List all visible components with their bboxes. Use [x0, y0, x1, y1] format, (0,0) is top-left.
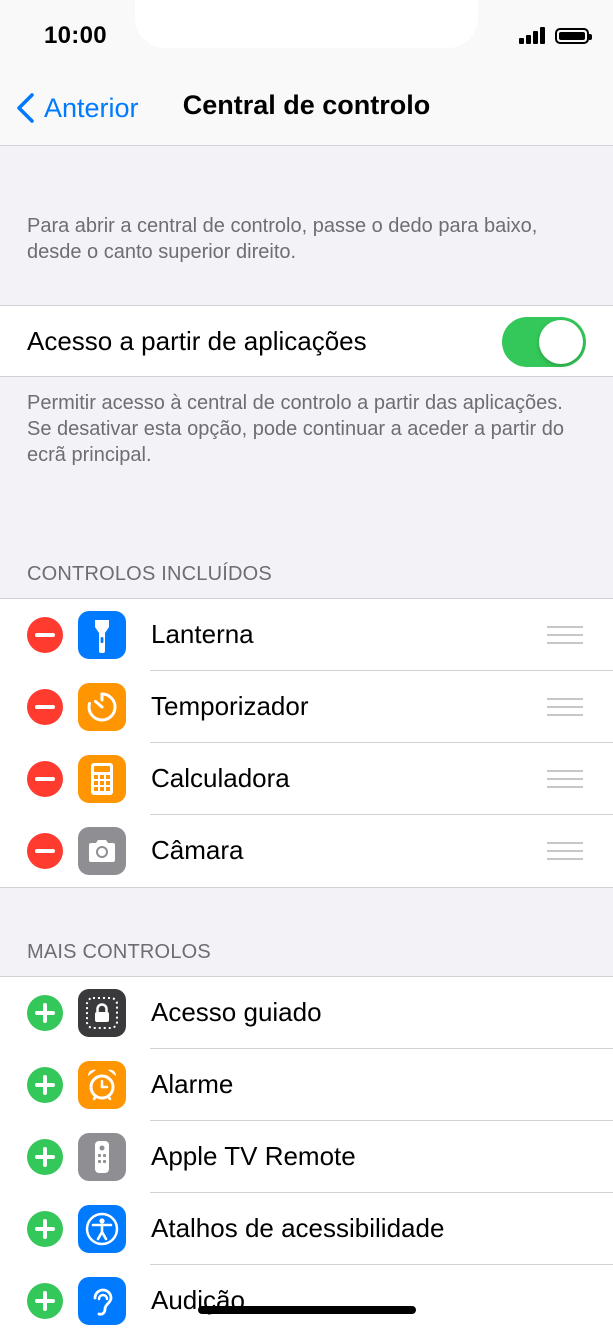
list-item-label: Calculadora	[151, 763, 290, 793]
app-access-group: Acesso a partir de aplicações	[0, 305, 613, 377]
home-indicator[interactable]	[198, 1306, 416, 1314]
add-button[interactable]	[27, 995, 63, 1031]
list-item-label: Câmara	[151, 835, 244, 865]
hearing-icon	[78, 1277, 126, 1325]
flashlight-icon	[78, 611, 126, 659]
included-controls-list: Lanterna Temporizador Calculadora Câmara	[0, 598, 613, 888]
cellular-signal-icon	[519, 26, 545, 44]
included-controls-header: CONTROLOS INCLUÍDOS	[27, 563, 272, 585]
list-item: Temporizador	[0, 671, 613, 743]
remove-button[interactable]	[27, 833, 63, 869]
add-button[interactable]	[27, 1211, 63, 1247]
add-button[interactable]	[27, 1139, 63, 1175]
more-controls-header: MAIS CONTROLOS	[27, 941, 211, 963]
back-button[interactable]: Anterior	[12, 90, 139, 126]
app-access-row: Acesso a partir de aplicações	[0, 306, 613, 376]
alarm-icon	[78, 1061, 126, 1109]
back-button-label: Anterior	[44, 92, 139, 123]
list-item-label: Alarme	[151, 1069, 234, 1099]
remove-button[interactable]	[27, 689, 63, 725]
add-button[interactable]	[27, 1067, 63, 1103]
list-item: Alarme	[0, 1049, 613, 1121]
reorder-handle[interactable]	[547, 770, 583, 788]
remote-icon	[78, 1133, 126, 1181]
list-item: Calculadora	[0, 743, 613, 815]
list-item: Audição	[0, 1265, 613, 1328]
toggle-knob	[539, 320, 583, 364]
reorder-handle[interactable]	[547, 698, 583, 716]
app-access-footnote: Permitir acesso à central de controlo a …	[27, 392, 565, 466]
app-access-label: Acesso a partir de aplicações	[27, 325, 367, 356]
list-item: Câmara	[0, 815, 613, 887]
guided-access-icon	[78, 989, 126, 1037]
list-item-label: Apple TV Remote	[151, 1141, 356, 1171]
timer-icon	[78, 683, 126, 731]
add-button[interactable]	[27, 1283, 63, 1319]
list-item: Lanterna	[0, 599, 613, 671]
chevron-left-icon	[17, 93, 34, 123]
status-icons	[519, 26, 592, 44]
list-item-label: Acesso guiado	[151, 997, 322, 1027]
accessibility-icon	[78, 1205, 126, 1253]
camera-icon	[78, 827, 126, 875]
notch	[135, 0, 478, 48]
list-item: Apple TV Remote	[0, 1121, 613, 1193]
list-item: Atalhos de acessibilidade	[0, 1193, 613, 1265]
more-controls-list: Acesso guiado Alarme Apple TV Remote Ata…	[0, 976, 613, 1328]
battery-icon	[555, 28, 592, 44]
status-time: 10:00	[44, 22, 107, 49]
list-item: Acesso guiado	[0, 977, 613, 1049]
intro-text: Para abrir a central de controlo, passe …	[27, 215, 538, 263]
list-item-label: Atalhos de acessibilidade	[151, 1213, 445, 1243]
app-access-toggle[interactable]	[502, 317, 586, 367]
reorder-handle[interactable]	[547, 842, 583, 860]
list-item-label: Lanterna	[151, 619, 254, 649]
list-item-label: Temporizador	[151, 691, 309, 721]
remove-button[interactable]	[27, 617, 63, 653]
header: 10:00 Central de controlo Anterior	[0, 0, 613, 146]
remove-button[interactable]	[27, 761, 63, 797]
calculator-icon	[78, 755, 126, 803]
reorder-handle[interactable]	[547, 626, 583, 644]
control-centre-settings-screen: 10:00 Central de controlo Anterior Para …	[0, 0, 613, 1328]
